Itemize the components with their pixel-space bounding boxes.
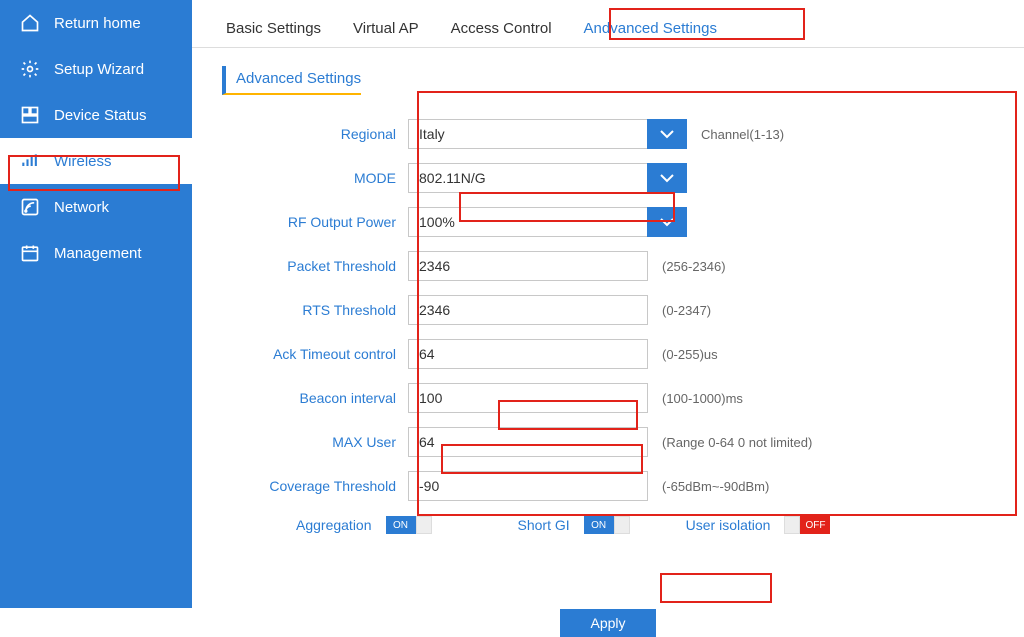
- calendar-icon: [20, 243, 40, 263]
- sidebar-item-label: Setup Wizard: [54, 61, 144, 78]
- rts-threshold-input[interactable]: [408, 295, 648, 325]
- user-isolation-toggle[interactable]: OFF: [784, 515, 830, 535]
- regional-select[interactable]: [408, 119, 648, 149]
- sidebar-item-return-home[interactable]: Return home: [0, 0, 192, 46]
- signal-icon: [20, 151, 40, 171]
- sidebar-item-label: Return home: [54, 15, 141, 32]
- rts-threshold-label: RTS Threshold: [238, 302, 408, 318]
- mode-select[interactable]: [408, 163, 648, 193]
- tabs: Basic Settings Virtual AP Access Control…: [192, 0, 1024, 48]
- sidebar: Return home Setup Wizard Device Status W…: [0, 0, 192, 608]
- sidebar-item-setup-wizard[interactable]: Setup Wizard: [0, 46, 192, 92]
- beacon-interval-label: Beacon interval: [238, 390, 408, 406]
- tab-advanced-settings[interactable]: Andvanced Settings: [580, 16, 721, 47]
- dashboard-icon: [20, 105, 40, 125]
- home-icon: [20, 13, 40, 33]
- toggle-knob: [416, 516, 432, 534]
- sidebar-item-management[interactable]: Management: [0, 230, 192, 276]
- aggregation-label: Aggregation: [296, 517, 372, 533]
- toggle-state: OFF: [800, 516, 830, 534]
- page-title: Advanced Settings: [222, 66, 361, 95]
- ack-timeout-input[interactable]: [408, 339, 648, 369]
- packet-threshold-label: Packet Threshold: [238, 258, 408, 274]
- rf-output-power-dropdown-button[interactable]: [647, 207, 687, 237]
- rts-threshold-hint: (0-2347): [662, 303, 711, 318]
- rf-output-power-label: RF Output Power: [238, 214, 408, 230]
- ack-timeout-hint: (0-255)us: [662, 347, 718, 362]
- mode-label: MODE: [238, 170, 408, 186]
- mode-dropdown-button[interactable]: [647, 163, 687, 193]
- tab-virtual-ap[interactable]: Virtual AP: [349, 16, 423, 47]
- tab-basic-settings[interactable]: Basic Settings: [222, 16, 325, 47]
- chevron-down-icon: [659, 214, 675, 230]
- sidebar-item-label: Device Status: [54, 107, 147, 124]
- gear-icon: [20, 59, 40, 79]
- sidebar-item-wireless[interactable]: Wireless: [0, 138, 192, 184]
- rf-output-power-select[interactable]: [408, 207, 648, 237]
- form-area: Regional Channel(1-13) MODE: [222, 105, 1024, 565]
- beacon-interval-input[interactable]: [408, 383, 648, 413]
- coverage-threshold-label: Coverage Threshold: [238, 478, 408, 494]
- ack-timeout-label: Ack Timeout control: [238, 346, 408, 362]
- sidebar-item-device-status[interactable]: Device Status: [0, 92, 192, 138]
- coverage-threshold-hint: (-65dBm~-90dBm): [662, 479, 769, 494]
- user-isolation-label: User isolation: [686, 517, 771, 533]
- sidebar-item-label: Network: [54, 199, 109, 216]
- packet-threshold-hint: (256-2346): [662, 259, 726, 274]
- toggle-state: ON: [386, 516, 416, 534]
- max-user-hint: (Range 0-64 0 not limited): [662, 435, 812, 450]
- aggregation-toggle[interactable]: ON: [386, 515, 432, 535]
- sidebar-item-label: Wireless: [54, 153, 112, 170]
- beacon-interval-hint: (100-1000)ms: [662, 391, 743, 406]
- chevron-down-icon: [659, 170, 675, 186]
- rss-icon: [20, 197, 40, 217]
- chevron-down-icon: [659, 126, 675, 142]
- packet-threshold-input[interactable]: [408, 251, 648, 281]
- regional-label: Regional: [238, 126, 408, 142]
- apply-button[interactable]: Apply: [560, 609, 655, 637]
- toggle-knob: [784, 516, 800, 534]
- regional-hint: Channel(1-13): [701, 127, 784, 142]
- toggle-knob: [614, 516, 630, 534]
- regional-dropdown-button[interactable]: [647, 119, 687, 149]
- sidebar-item-network[interactable]: Network: [0, 184, 192, 230]
- max-user-label: MAX User: [238, 434, 408, 450]
- coverage-threshold-input[interactable]: [408, 471, 648, 501]
- tab-access-control[interactable]: Access Control: [447, 16, 556, 47]
- max-user-input[interactable]: [408, 427, 648, 457]
- content-area: Basic Settings Virtual AP Access Control…: [192, 0, 1024, 608]
- toggle-state: ON: [584, 516, 614, 534]
- short-gi-label: Short GI: [518, 517, 570, 533]
- short-gi-toggle[interactable]: ON: [584, 515, 630, 535]
- sidebar-item-label: Management: [54, 245, 142, 262]
